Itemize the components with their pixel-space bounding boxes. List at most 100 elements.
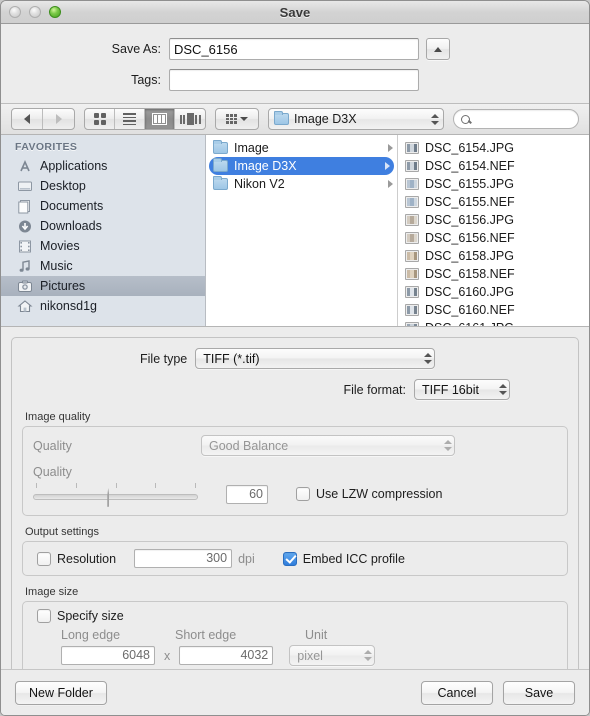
- path-popup-button[interactable]: Image D3X: [268, 108, 444, 130]
- sidebar-item-pictures[interactable]: Pictures: [1, 276, 205, 296]
- coverflow-view-button[interactable]: [175, 109, 205, 129]
- tags-input[interactable]: [169, 69, 419, 91]
- list-item[interactable]: DSC_6156.NEF: [398, 229, 589, 247]
- quality-slider-label: Quality: [33, 465, 72, 479]
- image-thumbnail-icon: [405, 142, 419, 154]
- sidebar-item-label: Desktop: [40, 179, 86, 193]
- output-settings-group-label: Output settings: [25, 526, 99, 538]
- save-options-pane: File type TIFF (*.tif) File format: TIFF…: [1, 327, 589, 669]
- image-thumbnail-icon: [405, 268, 419, 280]
- dpi-label: dpi: [238, 551, 255, 566]
- file-format-popup[interactable]: TIFF 16bit: [414, 379, 510, 400]
- short-edge-field[interactable]: 4032: [179, 646, 274, 665]
- lzw-checkbox[interactable]: [296, 487, 310, 501]
- chevron-right-icon: [55, 114, 62, 124]
- list-item[interactable]: DSC_6160.JPG: [398, 283, 589, 301]
- list-item[interactable]: DSC_6155.JPG: [398, 175, 589, 193]
- cancel-button[interactable]: Cancel: [421, 680, 493, 705]
- browser-column-1: Image Image D3X Nikon V2: [206, 135, 398, 326]
- sidebar-item-label: Music: [40, 259, 73, 273]
- search-field[interactable]: [453, 109, 579, 129]
- sidebar-item-nikonsd1g[interactable]: nikonsd1g: [1, 296, 205, 316]
- quality-slider[interactable]: [33, 483, 198, 507]
- icon-view-button[interactable]: [85, 109, 115, 129]
- image-size-group-label: Image size: [25, 586, 79, 598]
- list-item[interactable]: Image D3X: [209, 157, 394, 175]
- browser-column-2: DSC_6154.JPG DSC_6154.NEF DSC_6155.JPG D…: [398, 135, 589, 326]
- options-box: File type TIFF (*.tif) File format: TIFF…: [11, 337, 579, 669]
- search-input[interactable]: [475, 112, 571, 126]
- icc-label: Embed ICC profile: [302, 551, 405, 566]
- search-icon: [461, 114, 470, 124]
- list-item[interactable]: DSC_6160.NEF: [398, 301, 589, 319]
- resolution-field[interactable]: 300: [134, 549, 233, 568]
- image-thumbnail-icon: [405, 160, 419, 172]
- file-browser: FAVORITES Applications Desktop Documents: [1, 135, 589, 327]
- image-quality-group-label: Image quality: [25, 411, 91, 423]
- sidebar-item-documents[interactable]: Documents: [1, 196, 205, 216]
- list-item[interactable]: DSC_6156.JPG: [398, 211, 589, 229]
- chevron-left-icon: [24, 114, 30, 124]
- list-item-label: DSC_6161.JPG: [425, 321, 514, 326]
- list-item[interactable]: DSC_6154.NEF: [398, 157, 589, 175]
- sidebar-item-desktop[interactable]: Desktop: [1, 176, 205, 196]
- column-view-button[interactable]: [145, 109, 175, 129]
- sidebar-item-downloads[interactable]: Downloads: [1, 216, 205, 236]
- dialog-footer: New Folder Cancel Save: [1, 669, 589, 715]
- stepper-icon: [363, 650, 372, 661]
- list-item-label: DSC_6156.NEF: [425, 231, 515, 245]
- chevron-down-icon: [240, 117, 248, 121]
- list-item[interactable]: DSC_6158.JPG: [398, 247, 589, 265]
- zoom-button[interactable]: [49, 6, 61, 18]
- triangle-up-icon: [434, 46, 442, 52]
- arrange-icon: [226, 114, 237, 124]
- list-item-label: DSC_6160.NEF: [425, 303, 515, 317]
- list-item-label: DSC_6158.NEF: [425, 267, 515, 281]
- coverflow-icon: [179, 113, 201, 125]
- file-type-popup[interactable]: TIFF (*.tif): [195, 348, 436, 369]
- save-button[interactable]: Save: [503, 680, 575, 705]
- list-item-label: Nikon V2: [234, 177, 285, 191]
- close-button[interactable]: [9, 6, 21, 18]
- unit-popup[interactable]: pixel: [289, 645, 376, 666]
- disclosure-triangle-icon: [388, 180, 393, 188]
- save-as-input[interactable]: [169, 38, 419, 60]
- list-item[interactable]: Nikon V2: [206, 175, 397, 193]
- list-view-button[interactable]: [115, 109, 145, 129]
- list-item[interactable]: DSC_6161.JPG: [398, 319, 589, 326]
- resolution-checkbox[interactable]: [37, 551, 51, 566]
- list-item[interactable]: DSC_6155.NEF: [398, 193, 589, 211]
- specify-size-row[interactable]: Specify size: [33, 609, 557, 623]
- quality-value-field[interactable]: 60: [226, 484, 268, 504]
- sidebar-item-movies[interactable]: Movies: [1, 236, 205, 256]
- long-edge-field[interactable]: 6048: [61, 646, 155, 665]
- list-item[interactable]: Image: [206, 139, 397, 157]
- sidebar-item-applications[interactable]: Applications: [1, 156, 205, 176]
- arrange-button[interactable]: [215, 108, 259, 130]
- output-settings-row: Resolution 300 dpi Embed ICC profile: [33, 549, 557, 568]
- title-bar: Save: [1, 1, 589, 24]
- long-edge-label: Long edge: [61, 628, 121, 642]
- expand-browser-button[interactable]: [426, 38, 450, 60]
- sidebar-item-music[interactable]: Music: [1, 256, 205, 276]
- list-item-label: DSC_6154.NEF: [425, 159, 515, 173]
- specify-size-checkbox[interactable]: [37, 609, 51, 623]
- grid-icon: [93, 113, 106, 125]
- minimize-button[interactable]: [29, 6, 41, 18]
- image-quality-group: Quality Good Balance Quality 60 Use LZW …: [22, 426, 568, 516]
- slider-thumb[interactable]: [107, 488, 123, 507]
- file-format-row: File format: TIFF 16bit: [22, 379, 568, 400]
- lzw-checkbox-row[interactable]: Use LZW compression: [296, 487, 442, 501]
- list-item[interactable]: DSC_6154.JPG: [398, 139, 589, 157]
- icc-checkbox[interactable]: [282, 551, 297, 566]
- list-item-label: DSC_6160.JPG: [425, 285, 514, 299]
- window-controls: [9, 6, 61, 18]
- quality-popup[interactable]: Good Balance: [201, 435, 455, 456]
- stepper-icon: [443, 440, 452, 451]
- image-thumbnail-icon: [405, 196, 419, 208]
- new-folder-button[interactable]: New Folder: [15, 680, 107, 705]
- forward-button[interactable]: [43, 109, 74, 129]
- name-pane: Save As: Tags:: [1, 24, 589, 104]
- list-item[interactable]: DSC_6158.NEF: [398, 265, 589, 283]
- back-button[interactable]: [12, 109, 44, 129]
